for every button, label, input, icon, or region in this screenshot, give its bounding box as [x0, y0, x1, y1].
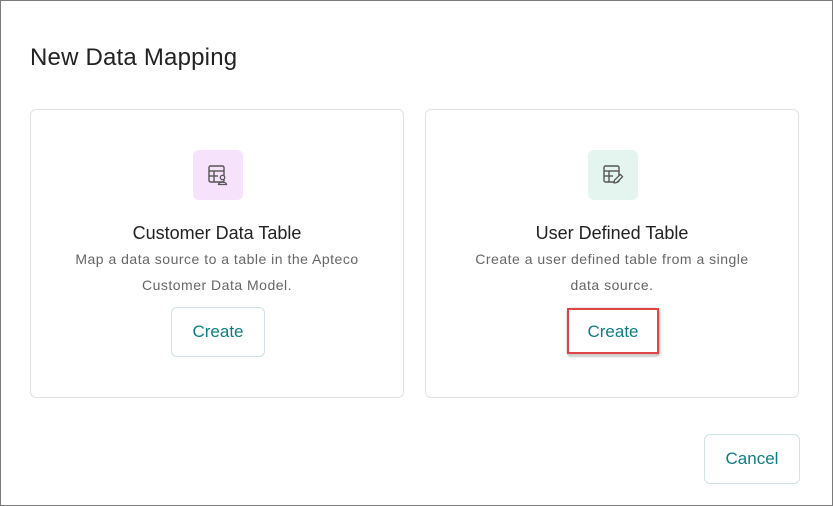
create-user-defined-table-button[interactable]: Create — [566, 307, 660, 357]
create-customer-data-table-button[interactable]: Create — [171, 307, 265, 357]
cancel-button[interactable]: Cancel — [704, 434, 800, 484]
card-description: Map a data source to a table in the Apte… — [75, 251, 359, 293]
customer-data-table-card: Customer Data Table Map a data source to… — [30, 109, 404, 398]
table-edit-icon — [588, 150, 638, 200]
card-title: Customer Data Table — [132, 223, 302, 243]
user-defined-table-card: User Defined Table Create a user defined… — [425, 109, 799, 398]
card-title: User Defined Table — [535, 223, 689, 243]
new-data-mapping-dialog: New Data Mapping Customer Data Table Map… — [0, 0, 833, 506]
table-user-icon — [193, 150, 243, 200]
dialog-title: New Data Mapping — [30, 44, 238, 71]
card-description: Create a user defined table from a singl… — [475, 251, 749, 293]
